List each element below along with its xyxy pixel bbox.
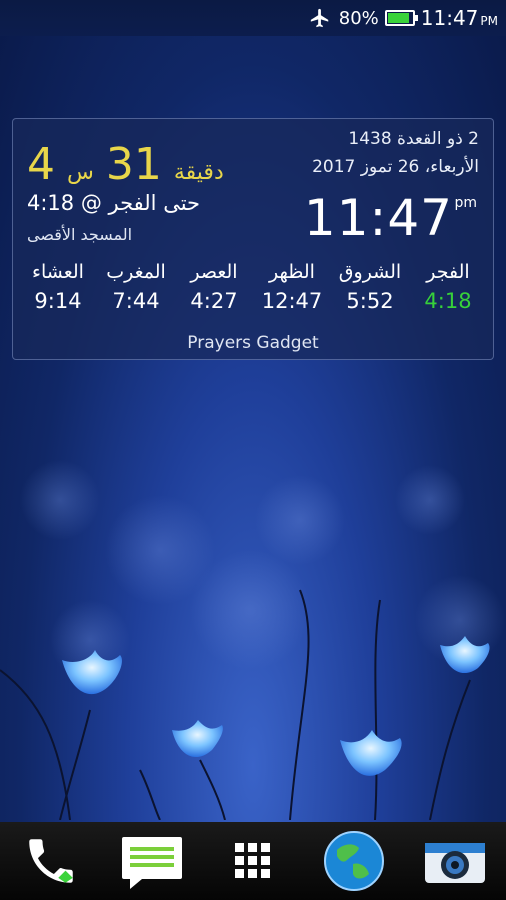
- widget-footer: Prayers Gadget: [187, 333, 319, 353]
- prayer-dhuhr: الظهر 12:47: [261, 261, 323, 313]
- battery-percent: 80%: [338, 7, 379, 29]
- countdown-hours: 4: [27, 139, 55, 190]
- hijri-date: 2 ذو القعدة 1438: [348, 129, 479, 149]
- phone-icon[interactable]: [16, 826, 86, 896]
- battery-icon: [384, 10, 418, 26]
- status-indicators: 80% 11:47 PM: [307, 6, 498, 30]
- prayer-times-row: العشاء 9:14 المغرب 7:44 العصر 4:27 الظهر…: [23, 261, 483, 313]
- prayer-fajr: الفجر 4:18: [424, 261, 472, 313]
- dock: [0, 822, 506, 900]
- status-clock: 11:47 PM: [420, 6, 498, 30]
- gregorian-date: الأربعاء، 26 تموز 2017: [312, 157, 479, 177]
- status-bar: 80% 11:47 PM: [0, 0, 506, 36]
- countdown-hours-unit: س: [67, 160, 94, 185]
- wallpaper-flowers: [0, 460, 505, 820]
- prayer-isha: العشاء 9:14: [32, 261, 84, 313]
- prayer-widget[interactable]: 2 ذو القعدة 1438 الأربعاء، 26 تموز 2017 …: [12, 118, 494, 360]
- messages-icon[interactable]: [117, 826, 187, 896]
- widget-clock: 11:47: [303, 189, 453, 247]
- countdown: 4 س 31 دقيقة: [27, 139, 224, 190]
- widget-clock-ampm: pm: [454, 195, 477, 211]
- location-label: المسجد الأقصى: [27, 225, 133, 244]
- camera-icon[interactable]: [420, 826, 490, 896]
- app-drawer-icon[interactable]: [218, 826, 288, 896]
- airplane-mode-icon: [310, 8, 328, 28]
- prayer-maghrib: المغرب 7:44: [106, 261, 166, 313]
- countdown-minutes-unit: دقيقة: [173, 160, 224, 185]
- prayer-asr: العصر 4:27: [190, 261, 238, 313]
- countdown-minutes: 31: [105, 139, 162, 190]
- prayer-sunrise: الشروق 5:52: [338, 261, 402, 313]
- browser-globe-icon[interactable]: [319, 826, 389, 896]
- next-prayer-text: حتى الفجر @ 4:18: [27, 191, 201, 215]
